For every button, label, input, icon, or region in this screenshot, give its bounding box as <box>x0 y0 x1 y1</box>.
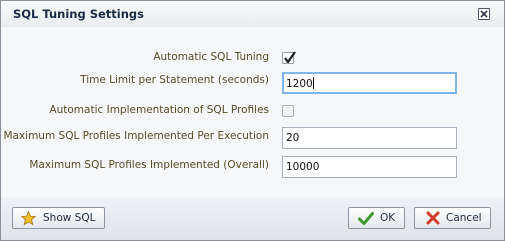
checkmark-icon <box>358 212 374 225</box>
settings-form: Automatic SQL Tuning Time Limit per Stat… <box>1 27 504 197</box>
automatic-sql-tuning-label: Automatic SQL Tuning <box>153 51 269 63</box>
dialog-footer: Show SQL OK Cancel <box>1 197 504 240</box>
max-per-execution-label: Maximum SQL Profiles Implemented Per Exe… <box>3 130 269 142</box>
dialog-title: SQL Tuning Settings <box>13 7 144 21</box>
time-limit-input[interactable]: 1200 <box>282 72 457 94</box>
max-overall-value: 10000 <box>286 161 320 173</box>
cancel-label: Cancel <box>446 212 482 224</box>
x-icon <box>426 211 440 225</box>
auto-implementation-checkbox[interactable] <box>282 105 294 117</box>
text-caret <box>312 77 314 89</box>
time-limit-label: Time Limit per Statement (seconds) <box>80 74 269 86</box>
show-sql-button[interactable]: Show SQL <box>12 207 105 229</box>
show-sql-label: Show SQL <box>43 212 96 224</box>
max-overall-input[interactable]: 10000 <box>282 156 457 178</box>
auto-implementation-label: Automatic Implementation of SQL Profiles <box>49 104 269 116</box>
checkmark-icon <box>284 51 296 64</box>
max-overall-label: Maximum SQL Profiles Implemented (Overal… <box>29 159 269 171</box>
star-icon <box>21 211 36 226</box>
ok-button[interactable]: OK <box>348 207 405 229</box>
cancel-button[interactable]: Cancel <box>414 207 491 229</box>
sql-tuning-settings-dialog: SQL Tuning Settings Automatic SQL Tuning… <box>0 0 505 241</box>
time-limit-value: 1200 <box>286 78 313 90</box>
automatic-sql-tuning-checkbox[interactable] <box>282 51 296 64</box>
dialog-titlebar: SQL Tuning Settings <box>1 1 504 27</box>
max-per-execution-input[interactable]: 20 <box>282 127 457 149</box>
ok-label: OK <box>380 212 396 224</box>
max-per-execution-value: 20 <box>286 132 300 144</box>
close-icon[interactable] <box>478 8 490 20</box>
